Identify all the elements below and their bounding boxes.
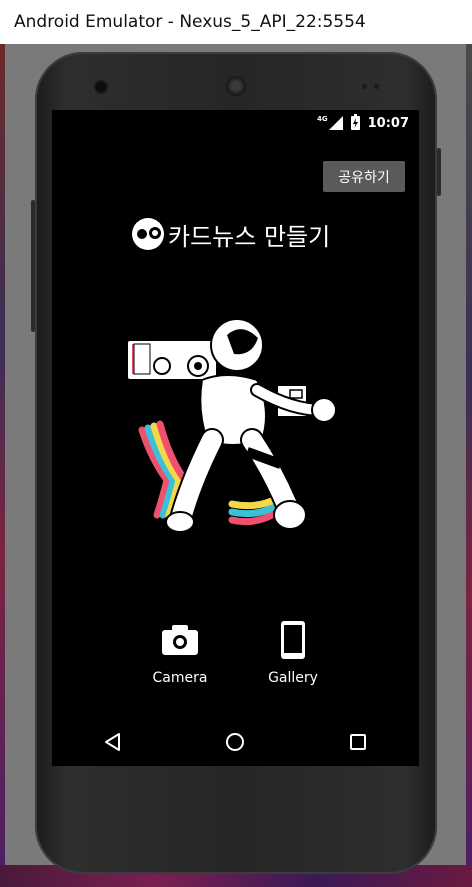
app-title: 카드뉴스 만들기 <box>132 216 330 252</box>
network-type: 4G <box>316 115 328 123</box>
camera-icon <box>160 620 200 660</box>
camera-label: Camera <box>152 670 208 686</box>
eyes-logo-icon <box>132 218 164 250</box>
home-icon[interactable] <box>215 722 255 762</box>
gallery-label: Gallery <box>268 670 318 686</box>
sensor-icon <box>374 84 379 89</box>
signal-icon <box>328 116 343 130</box>
share-button[interactable]: 공유하기 <box>323 161 405 192</box>
navigation-bar <box>52 718 419 766</box>
app-title-text: 카드뉴스 만들기 <box>168 222 331 251</box>
sensor-icon <box>362 84 367 89</box>
device-screen: 4G 10:07 공유하기 카드뉴스 만들기 Camera Gallery <box>52 110 419 766</box>
gallery-button[interactable]: Gallery <box>253 620 333 690</box>
earpiece-speaker-icon <box>226 76 246 96</box>
clock: 10:07 <box>367 115 409 131</box>
status-bar: 4G 10:07 <box>52 110 419 136</box>
back-icon[interactable] <box>93 722 133 762</box>
astronaut-boombox-illustration <box>126 318 337 533</box>
desktop-background-left <box>0 44 5 887</box>
battery-charging-icon <box>350 114 360 130</box>
power-button[interactable] <box>437 148 441 196</box>
desktop-background-right <box>466 44 472 887</box>
window-titlebar[interactable]: Android Emulator - Nexus_5_API_22:5554 <box>0 0 472 44</box>
window-title: Android Emulator - Nexus_5_API_22:5554 <box>14 12 366 32</box>
front-camera-icon <box>96 82 106 92</box>
recents-icon[interactable] <box>338 722 378 762</box>
camera-button[interactable]: Camera <box>140 620 220 690</box>
phone-gallery-icon <box>273 620 313 660</box>
